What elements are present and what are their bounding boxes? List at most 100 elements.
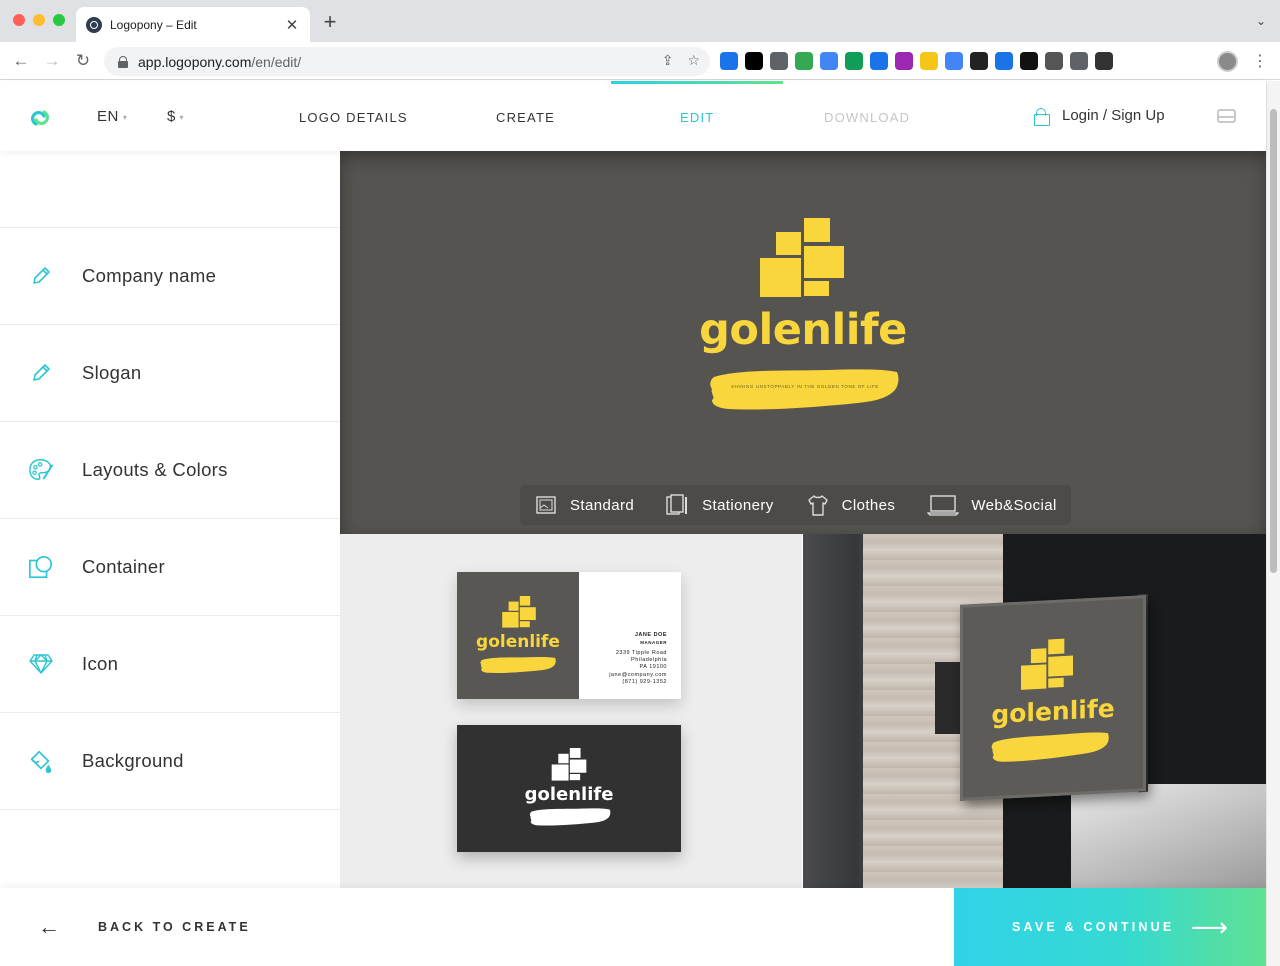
chevron-down-icon: ▾ [179,112,184,122]
url-text: app.logopony.com/en/edit/ [138,54,301,70]
url-path: /en/edit/ [251,53,302,70]
browser-tab-strip: Logopony – Edit ✕ + ⌄ [0,0,1280,42]
storefront-sign-mockup[interactable]: golenlife [803,534,1266,888]
currency-value: $ [167,108,176,125]
browser-extension-icon[interactable] [945,52,963,70]
arrow-right-icon: ⟶ [1190,912,1228,942]
browser-extension-icon[interactable] [745,52,763,70]
browser-extension-icon[interactable] [870,52,888,70]
sidebar-item-label: Container [82,556,165,577]
save-continue-button[interactable]: SAVE & CONTINUE ⟶ [954,888,1266,966]
window-zoom-button[interactable] [53,14,65,26]
browser-extension-icon[interactable] [770,52,788,70]
tab-label: Stationery [702,496,774,514]
bookmark-star-icon[interactable]: ☆ [687,52,700,69]
browser-extension-icon[interactable] [1070,52,1088,70]
browser-menu-icon[interactable]: ⋮ [1252,51,1268,71]
tab-clothes[interactable]: Clothes [806,494,896,516]
step-edit[interactable]: EDIT [680,110,714,125]
brush-stroke-shape [480,656,556,674]
login-signup-link[interactable]: Login / Sign Up [1034,107,1165,126]
browser-extension-icon[interactable] [1045,52,1063,70]
scrollbar-thumb[interactable] [1270,109,1277,573]
brush-stroke-shape [529,808,611,826]
step-create[interactable]: CREATE [496,110,555,125]
brush-stroke-shape [991,732,1109,762]
tab-label: Clothes [841,496,896,514]
window-minimize-button[interactable] [33,14,45,26]
pencil-icon [28,263,54,289]
language-value: EN [97,108,119,125]
sign-brand-name: golenlife [991,693,1115,730]
sidebar-item-container[interactable]: Container [0,519,340,616]
paint-bucket-icon [28,748,54,774]
address-bar[interactable]: app.logopony.com/en/edit/ ⇪ ☆ [104,47,710,76]
currency-selector[interactable]: $ ▾ [167,108,183,125]
diamond-icon [28,651,54,677]
logo-preview-canvas: golenlife SHINING UNSTOPPABLY IN THE GOL… [340,151,1266,534]
wall-pillar [803,534,859,888]
active-step-indicator [611,81,783,84]
save-button-label: SAVE & CONTINUE [1012,920,1175,934]
arrow-left-icon: ← [38,914,60,939]
sidebar-item-background[interactable]: Background [0,713,340,810]
browser-extension-icon[interactable] [895,52,913,70]
edit-sidebar: Company name Slogan Layouts & Colors Con… [0,151,340,888]
sidebar-item-label: Company name [82,265,217,286]
browser-extension-icon[interactable] [845,52,863,70]
brand-name-text[interactable]: golenlife [340,305,1266,355]
back-button-label: BACK TO CREATE [98,920,251,934]
lock-icon[interactable] [118,55,128,68]
browser-extension-icon[interactable] [1020,52,1038,70]
tab-stationery[interactable]: Stationery [666,494,774,516]
tab-label: Standard [570,496,635,514]
tab-label: Web&Social [971,496,1057,514]
tab-search-chevron-icon[interactable]: ⌄ [1256,14,1266,28]
sidebar-item-icon[interactable]: Icon [0,616,340,713]
hanging-sign: golenlife [960,595,1146,801]
back-arrow-icon[interactable]: ← [10,50,32,72]
laptop-icon [927,494,960,516]
logopony-logo-icon[interactable] [26,104,54,132]
tab-close-icon[interactable]: ✕ [284,16,300,34]
page-scrollbar[interactable] [1266,81,1280,966]
golenlife-building-blocks-icon [1021,638,1073,690]
sidebar-item-label: Background [82,750,184,771]
app-header: EN ▾ $ ▾ LOGO DETAILS CREATE EDIT DOWNLOAD… [0,81,1266,151]
new-tab-button[interactable]: + [318,11,342,35]
inbox-icon[interactable] [1217,109,1236,123]
card-back-brand-name: golenlife [524,784,614,805]
browser-extension-icon[interactable] [970,52,988,70]
forward-arrow-icon[interactable]: → [41,50,63,72]
browser-tab[interactable]: Logopony – Edit ✕ [76,7,310,42]
chevron-down-icon: ▾ [122,112,128,122]
browser-extension-icon[interactable] [1095,52,1113,70]
golenlife-building-blocks-icon [760,218,844,297]
sidebar-item-company-name[interactable]: Company name [0,228,340,325]
browser-extension-icon[interactable] [995,52,1013,70]
browser-extension-icon[interactable] [795,52,813,70]
window-close-button[interactable] [13,14,25,26]
browser-extension-icon[interactable] [720,52,738,70]
step-logo-details[interactable]: LOGO DETAILS [299,110,408,125]
tab-web-social[interactable]: Web&Social [927,494,1056,516]
slogan-text[interactable]: SHINING UNSTOPPABLY IN THE GOLDEN TONE O… [724,384,886,389]
card-name: JANE DOE [634,632,667,638]
tab-standard[interactable]: Standard [534,494,634,516]
sidebar-item-slogan[interactable]: Slogan [0,325,340,422]
browser-extension-icon[interactable] [820,52,838,70]
reload-icon[interactable]: ↻ [72,50,94,72]
browser-extension-icon[interactable] [920,52,938,70]
card-details-side: JANE DOE MANAGER 2339 Tipple Road Philad… [579,572,681,699]
container-shape-icon [28,554,54,580]
golenlife-building-blocks-icon [551,748,587,781]
browser-toolbar: ← → ↻ app.logopony.com/en/edit/ ⇪ ☆ ⋮ [0,42,1280,80]
brush-stroke-shape [710,369,899,410]
sidebar-item-layouts-colors[interactable]: Layouts & Colors [0,422,340,519]
business-card-mockup[interactable]: golenlife JANE DOE MANAGER 2339 Tipple R… [340,534,802,888]
image-frame-icon [534,494,558,516]
share-icon[interactable]: ⇪ [662,52,674,69]
back-to-create-button[interactable]: ← BACK TO CREATE [38,888,251,966]
profile-avatar[interactable] [1217,51,1238,72]
language-selector[interactable]: EN ▾ [97,108,127,125]
